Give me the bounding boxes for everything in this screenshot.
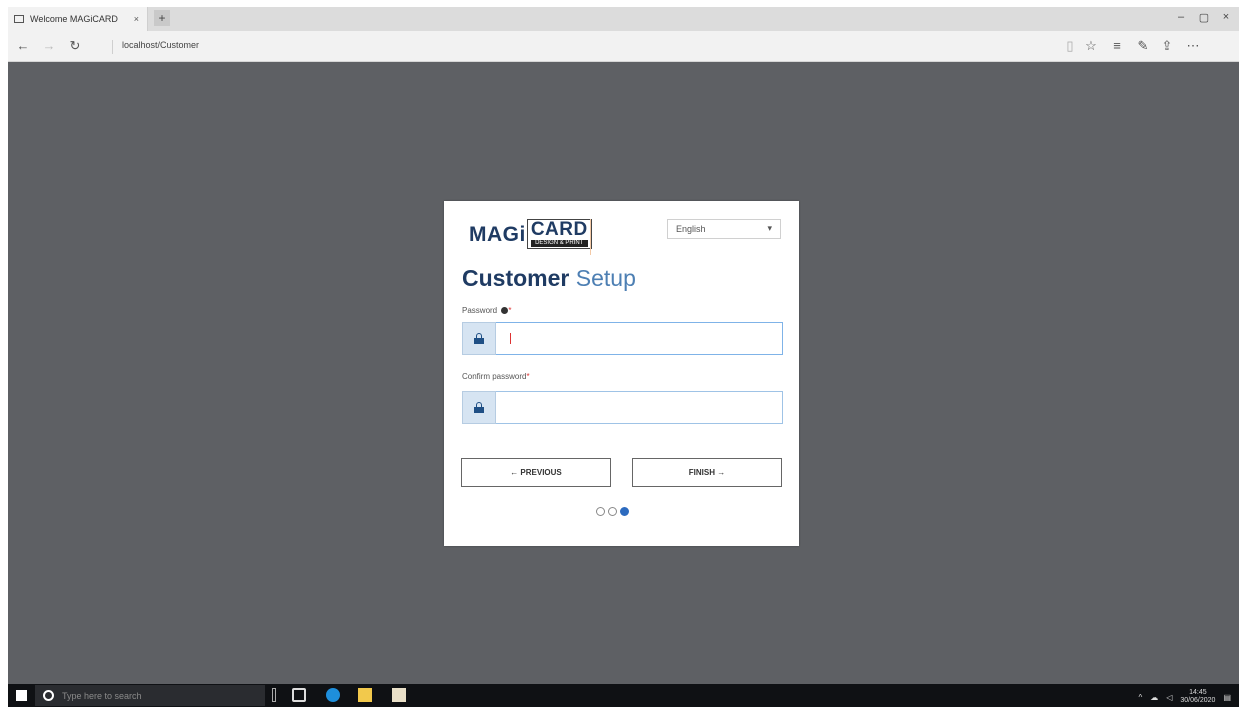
- step-dot[interactable]: [608, 507, 617, 516]
- setup-card: MAGi CARD DESIGN & PRINT English ▾ Custo…: [444, 201, 799, 546]
- lock-icon: [474, 333, 484, 344]
- page-title: Customer Setup: [462, 263, 636, 293]
- confirm-lock-addon: [462, 391, 496, 424]
- windows-taskbar: Type here to search ^ ☁ ◁ 14:45 30/06/20…: [8, 684, 1239, 707]
- system-clock[interactable]: 14:45 30/06/2020: [1180, 689, 1215, 705]
- step-dot[interactable]: [596, 507, 605, 516]
- password-lock-addon: [462, 322, 496, 355]
- notifications-icon[interactable]: ▤: [1223, 693, 1231, 702]
- title-customer: Customer: [462, 265, 570, 291]
- page-icon: [14, 15, 24, 23]
- system-tray: ^ ☁ ◁ 14:45 30/06/2020 ▤: [1138, 689, 1231, 705]
- language-value: English: [676, 224, 706, 234]
- confirm-password-label: Confirm password*: [462, 372, 530, 381]
- password-field: [462, 322, 783, 355]
- edge-icon[interactable]: [326, 688, 340, 702]
- forward-arrow-icon[interactable]: →: [40, 38, 58, 53]
- address-divider: [112, 40, 113, 54]
- required-marker: *: [526, 372, 530, 381]
- favorite-star-icon[interactable]: ☆: [1082, 38, 1100, 54]
- task-view-icon[interactable]: [292, 688, 306, 702]
- pen-icon[interactable]: ✎: [1134, 38, 1152, 54]
- lock-icon: [474, 402, 484, 413]
- more-icon[interactable]: ⋯: [1184, 38, 1202, 54]
- reading-view-icon[interactable]: ▯: [1061, 38, 1079, 54]
- title-setup: Setup: [575, 265, 636, 291]
- step-indicator: [596, 507, 629, 516]
- password-label-text: Password: [462, 306, 498, 315]
- close-window-button[interactable]: ×: [1216, 11, 1236, 23]
- tab-close-icon[interactable]: ×: [134, 14, 139, 24]
- password-input[interactable]: [496, 322, 783, 355]
- confirm-password-label-text: Confirm password: [462, 372, 527, 381]
- browser-tab[interactable]: Welcome MAGiCARD ×: [8, 7, 148, 31]
- clock-time: 14:45: [1189, 689, 1207, 696]
- share-icon[interactable]: ⇪: [1158, 38, 1176, 54]
- logo-tagline: DESIGN & PRINT: [530, 240, 588, 247]
- chevron-down-icon: ▾: [767, 223, 772, 233]
- refresh-icon[interactable]: ↻: [66, 38, 84, 54]
- network-icon[interactable]: ☁: [1150, 693, 1158, 702]
- file-explorer-icon[interactable]: [358, 688, 372, 702]
- new-tab-button[interactable]: +: [154, 10, 170, 26]
- step-dot-active[interactable]: [620, 507, 629, 516]
- address-bar[interactable]: localhost/Customer: [122, 40, 199, 50]
- logo-card-text: CARD: [530, 219, 588, 240]
- confirm-password-field: [462, 391, 783, 424]
- store-icon[interactable]: [392, 688, 406, 702]
- required-marker: *: [508, 306, 512, 315]
- navigation-bar: ← → ↻ localhost/Customer ▯ ☆ ≡ ✎ ⇪ ⋯: [8, 31, 1239, 62]
- maximize-button[interactable]: ▢: [1194, 11, 1214, 24]
- windows-start-icon[interactable]: [16, 690, 27, 701]
- cortana-icon: [43, 690, 54, 701]
- previous-button[interactable]: ← PREVIOUS: [461, 458, 611, 487]
- clock-date: 30/06/2020: [1180, 697, 1216, 704]
- search-placeholder: Type here to search: [62, 690, 142, 701]
- taskbar-search[interactable]: Type here to search: [35, 685, 265, 706]
- microphone-icon[interactable]: [272, 688, 276, 702]
- logo-box: CARD DESIGN & PRINT: [526, 219, 592, 249]
- minimize-button[interactable]: –: [1171, 11, 1191, 23]
- back-arrow-icon[interactable]: ←: [14, 38, 32, 53]
- password-label: Password *: [462, 306, 511, 315]
- magicard-logo: MAGi CARD DESIGN & PRINT: [469, 219, 592, 249]
- hub-icon[interactable]: ≡: [1108, 38, 1126, 53]
- text-cursor: [510, 333, 511, 344]
- logo-divider: [590, 219, 591, 255]
- language-select[interactable]: English ▾: [667, 219, 781, 239]
- logo-text: MAGi: [469, 223, 526, 246]
- browser-window: Welcome MAGiCARD × + – ▢ × ← → ↻ localho…: [8, 7, 1239, 707]
- tab-bar: Welcome MAGiCARD × + – ▢ ×: [8, 7, 1239, 31]
- tab-title: Welcome MAGiCARD: [30, 14, 118, 24]
- finish-button[interactable]: FINISH →: [632, 458, 782, 487]
- confirm-password-input[interactable]: [496, 391, 783, 424]
- volume-icon[interactable]: ◁: [1166, 693, 1172, 702]
- tray-chevron-icon[interactable]: ^: [1138, 693, 1142, 702]
